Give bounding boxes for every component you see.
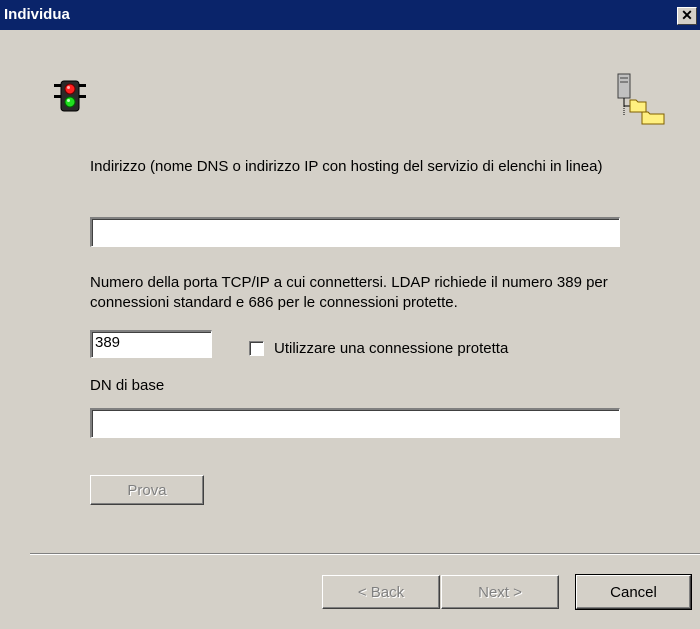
test-button[interactable]: Prova xyxy=(90,475,204,505)
close-icon: ✕ xyxy=(681,7,693,23)
window-title: Individua xyxy=(4,6,70,23)
traffic-light-icon xyxy=(52,80,88,112)
secure-connection-label[interactable]: Utilizzare una connessione protetta xyxy=(274,339,508,359)
secure-connection-checkbox[interactable] xyxy=(249,341,264,356)
base-dn-label: DN di base xyxy=(90,377,165,394)
next-button[interactable]: Next > xyxy=(441,575,559,609)
back-button[interactable]: < Back xyxy=(322,575,440,609)
title-bar: Individua ✕ xyxy=(0,0,700,30)
base-dn-input[interactable] xyxy=(90,408,620,438)
port-label: Numero della porta TCP/IP a cui connette… xyxy=(90,274,608,311)
cancel-button[interactable]: Cancel xyxy=(575,574,692,610)
separator xyxy=(30,553,700,555)
close-button[interactable]: ✕ xyxy=(677,7,697,25)
address-input[interactable] xyxy=(90,217,620,247)
directory-server-icon xyxy=(612,72,668,126)
address-label: Indirizzo (nome DNS o indirizzo IP con h… xyxy=(90,158,603,175)
port-input[interactable]: 389 xyxy=(90,330,212,358)
